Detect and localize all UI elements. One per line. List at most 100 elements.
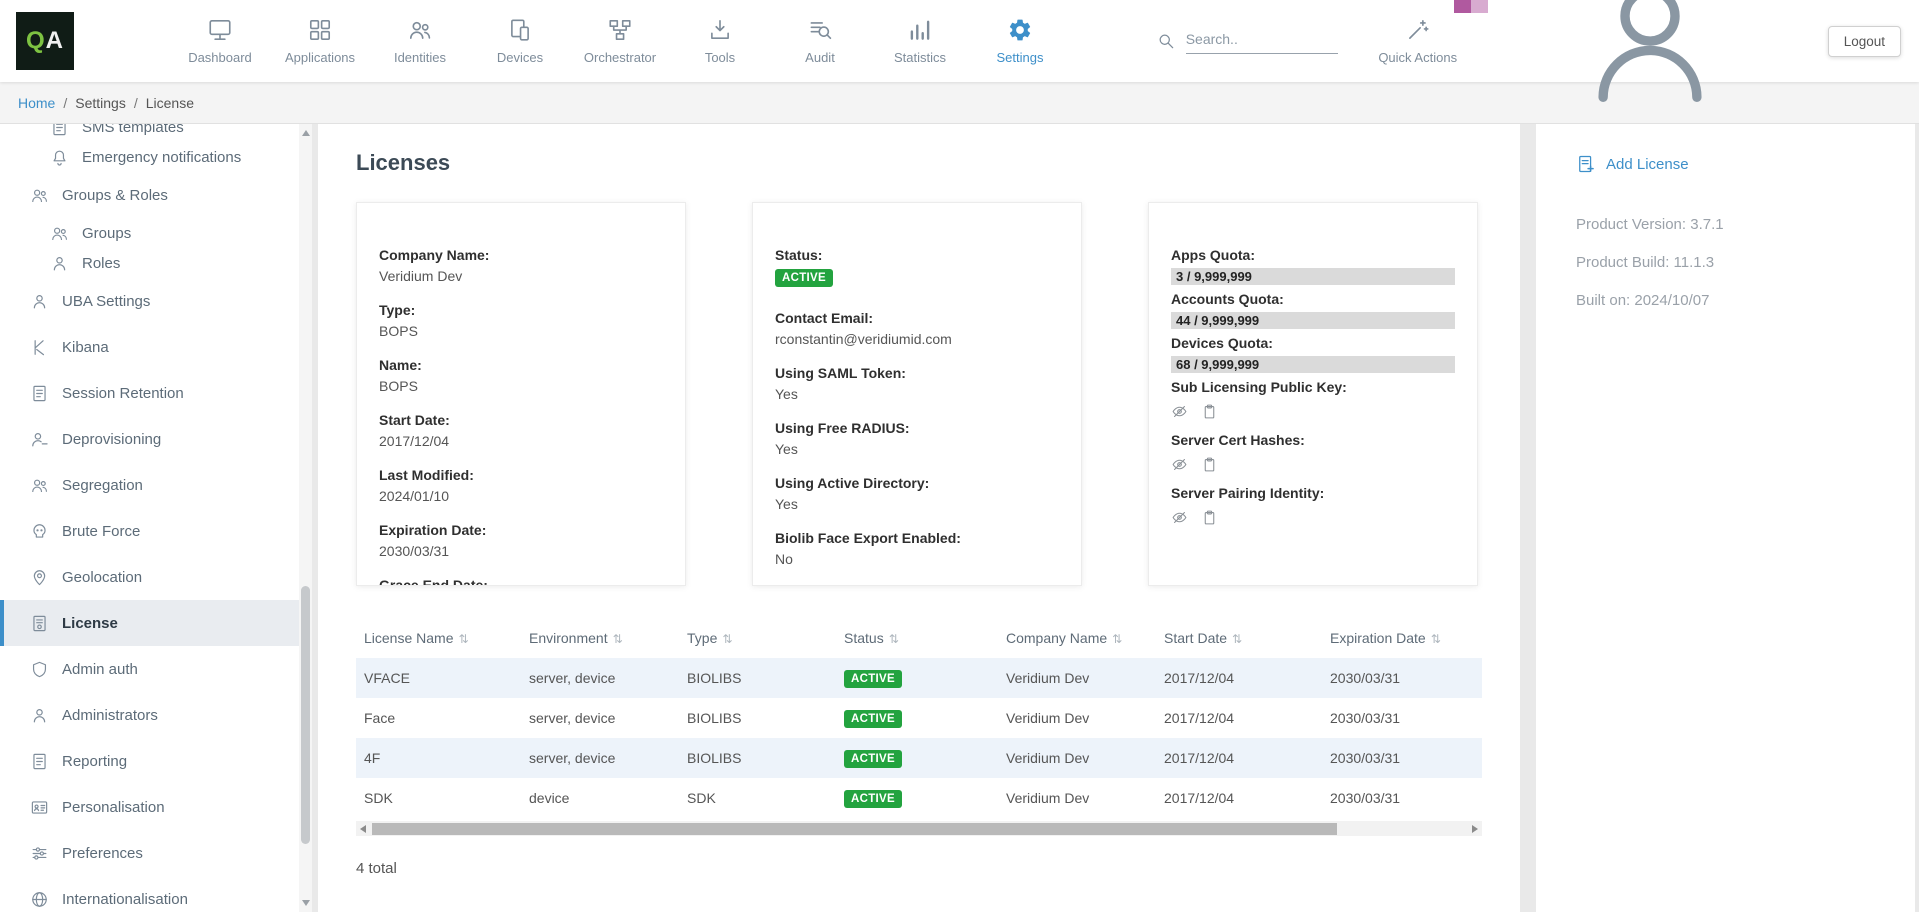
reveal-eye-icon[interactable] xyxy=(1171,456,1188,473)
reveal-eye-icon[interactable] xyxy=(1171,509,1188,526)
sort-icon[interactable]: ⇅ xyxy=(1112,632,1122,646)
sidebar-item-brute-force[interactable]: Brute Force xyxy=(0,508,312,554)
statistics-icon xyxy=(907,17,933,43)
cell-environment: device xyxy=(521,778,679,818)
sidebar-item-personalisation[interactable]: Personalisation xyxy=(0,784,312,830)
nav-item-orchestrator[interactable]: Orchestrator xyxy=(570,17,670,65)
product-built-on: Built on: 2024/10/07 xyxy=(1576,292,1895,309)
copy-clipboard-icon[interactable] xyxy=(1201,456,1218,473)
sidebar-item-geolocation[interactable]: Geolocation xyxy=(0,554,312,600)
preferences-icon xyxy=(30,844,49,863)
groups-icon xyxy=(50,224,69,243)
sort-icon[interactable]: ⇅ xyxy=(889,632,899,646)
sidebar-item-emergency-notifications[interactable]: Emergency notifications xyxy=(0,142,312,172)
license-status-card: Status: ACTIVE Contact Email: rconstanti… xyxy=(752,202,1082,586)
theme-swatch-primary[interactable] xyxy=(1454,0,1471,13)
nav-label: Identities xyxy=(394,50,446,65)
cell-expiration-date: 2030/03/31 xyxy=(1322,658,1482,698)
sidebar-item-uba-settings[interactable]: UBA Settings xyxy=(0,278,312,324)
quick-actions-button[interactable]: Quick Actions xyxy=(1368,17,1468,65)
sidebar-item-deprovisioning[interactable]: Deprovisioning xyxy=(0,416,312,462)
sidebar-item-sms-templates[interactable]: SMS templates xyxy=(0,124,312,142)
table-row[interactable]: SDK device SDK ACTIVE Veridium Dev 2017/… xyxy=(356,778,1482,818)
sidebar-item-segregation[interactable]: Segregation xyxy=(0,462,312,508)
theme-color-swatches[interactable] xyxy=(1454,0,1488,13)
sort-icon[interactable]: ⇅ xyxy=(1232,632,1242,646)
sidebar-item-license[interactable]: License xyxy=(0,600,312,646)
admin-auth-icon xyxy=(30,660,49,679)
sidebar-scrollbar[interactable] xyxy=(299,124,312,912)
segregation-icon xyxy=(30,476,49,495)
theme-swatch-secondary[interactable] xyxy=(1471,0,1488,13)
search-input[interactable] xyxy=(1186,29,1338,54)
user-avatar-icon[interactable] xyxy=(1500,0,1800,116)
logout-button[interactable]: Logout xyxy=(1828,26,1901,57)
table-row[interactable]: VFACE server, device BIOLIBS ACTIVE Veri… xyxy=(356,658,1482,698)
search-icon[interactable] xyxy=(1156,31,1176,51)
scroll-left-arrow-icon[interactable] xyxy=(360,825,366,833)
sidebar-item-internationalisation[interactable]: Internationalisation xyxy=(0,876,312,912)
devices-quota-bar: 68 / 9,999,999 xyxy=(1171,356,1455,373)
identities-icon xyxy=(407,17,433,43)
reveal-eye-icon[interactable] xyxy=(1171,403,1188,420)
sidebar-item-label: Emergency notifications xyxy=(82,149,241,166)
nav-item-tools[interactable]: Tools xyxy=(670,17,770,65)
table-row[interactable]: 4F server, device BIOLIBS ACTIVE Veridiu… xyxy=(356,738,1482,778)
reporting-icon xyxy=(30,752,49,771)
column-header-environment[interactable]: Environment⇅ xyxy=(521,618,679,658)
emergency-notifications-icon xyxy=(50,148,69,167)
cell-type: BIOLIBS xyxy=(679,658,836,698)
sidebar-item-administrators[interactable]: Administrators xyxy=(0,692,312,738)
scroll-right-arrow-icon[interactable] xyxy=(1472,825,1478,833)
sort-icon[interactable]: ⇅ xyxy=(1431,632,1441,646)
breadcrumb-settings[interactable]: Settings xyxy=(75,95,126,111)
main-nav: Dashboard Applications Identities Device… xyxy=(170,17,1070,65)
scroll-down-arrow-icon[interactable] xyxy=(302,900,310,906)
sidebar-item-groups[interactable]: Groups xyxy=(0,218,312,248)
column-header-expiration-date[interactable]: Expiration Date⇅ xyxy=(1322,618,1482,658)
app-logo[interactable]: QA xyxy=(16,12,74,70)
sort-icon[interactable]: ⇅ xyxy=(613,632,623,646)
nav-item-statistics[interactable]: Statistics xyxy=(870,17,970,65)
sidebar-item-preferences[interactable]: Preferences xyxy=(0,830,312,876)
sidebar-item-label: Internationalisation xyxy=(62,891,188,908)
column-header-company-name[interactable]: Company Name⇅ xyxy=(998,618,1156,658)
horizontal-scrollbar-thumb[interactable] xyxy=(372,823,1337,835)
table-horizontal-scrollbar[interactable] xyxy=(356,821,1482,836)
sidebar-item-groups-and-roles[interactable]: Groups & Roles xyxy=(0,172,312,218)
sidebar-item-label: UBA Settings xyxy=(62,293,150,310)
header-right: Quick Actions Logout xyxy=(1156,0,1919,116)
sort-icon[interactable]: ⇅ xyxy=(459,632,469,646)
nav-item-audit[interactable]: Audit xyxy=(770,17,870,65)
column-header-type[interactable]: Type⇅ xyxy=(679,618,836,658)
column-header-license-name[interactable]: License Name⇅ xyxy=(356,618,521,658)
sidebar-item-reporting[interactable]: Reporting xyxy=(0,738,312,784)
add-license-button[interactable]: Add License xyxy=(1576,154,1895,174)
sort-icon[interactable]: ⇅ xyxy=(722,632,732,646)
brute-force-icon xyxy=(30,522,49,541)
cell-status: ACTIVE xyxy=(836,658,998,698)
column-header-status[interactable]: Status⇅ xyxy=(836,618,998,658)
scroll-up-arrow-icon[interactable] xyxy=(302,130,310,136)
roles-icon xyxy=(50,254,69,273)
nav-item-identities[interactable]: Identities xyxy=(370,17,470,65)
sidebar-scrollbar-thumb[interactable] xyxy=(301,586,310,844)
copy-clipboard-icon[interactable] xyxy=(1201,403,1218,420)
sidebar-item-kibana[interactable]: Kibana xyxy=(0,324,312,370)
cell-license-name: SDK xyxy=(356,778,521,818)
licenses-panel: Licenses Company Name: Veridium Dev Type… xyxy=(318,124,1520,912)
sidebar-item-admin-auth[interactable]: Admin auth xyxy=(0,646,312,692)
applications-icon xyxy=(307,17,333,43)
sidebar-item-roles[interactable]: Roles xyxy=(0,248,312,278)
nav-item-applications[interactable]: Applications xyxy=(270,17,370,65)
grace-end-date-field: Grace End Date: 2030/04/30 xyxy=(379,577,663,586)
cell-environment: server, device xyxy=(521,658,679,698)
copy-clipboard-icon[interactable] xyxy=(1201,509,1218,526)
nav-item-devices[interactable]: Devices xyxy=(470,17,570,65)
nav-item-settings[interactable]: Settings xyxy=(970,17,1070,65)
nav-item-dashboard[interactable]: Dashboard xyxy=(170,17,270,65)
sidebar-item-session-retention[interactable]: Session Retention xyxy=(0,370,312,416)
table-row[interactable]: Face server, device BIOLIBS ACTIVE Verid… xyxy=(356,698,1482,738)
column-header-start-date[interactable]: Start Date⇅ xyxy=(1156,618,1322,658)
breadcrumb-home[interactable]: Home xyxy=(18,95,55,111)
